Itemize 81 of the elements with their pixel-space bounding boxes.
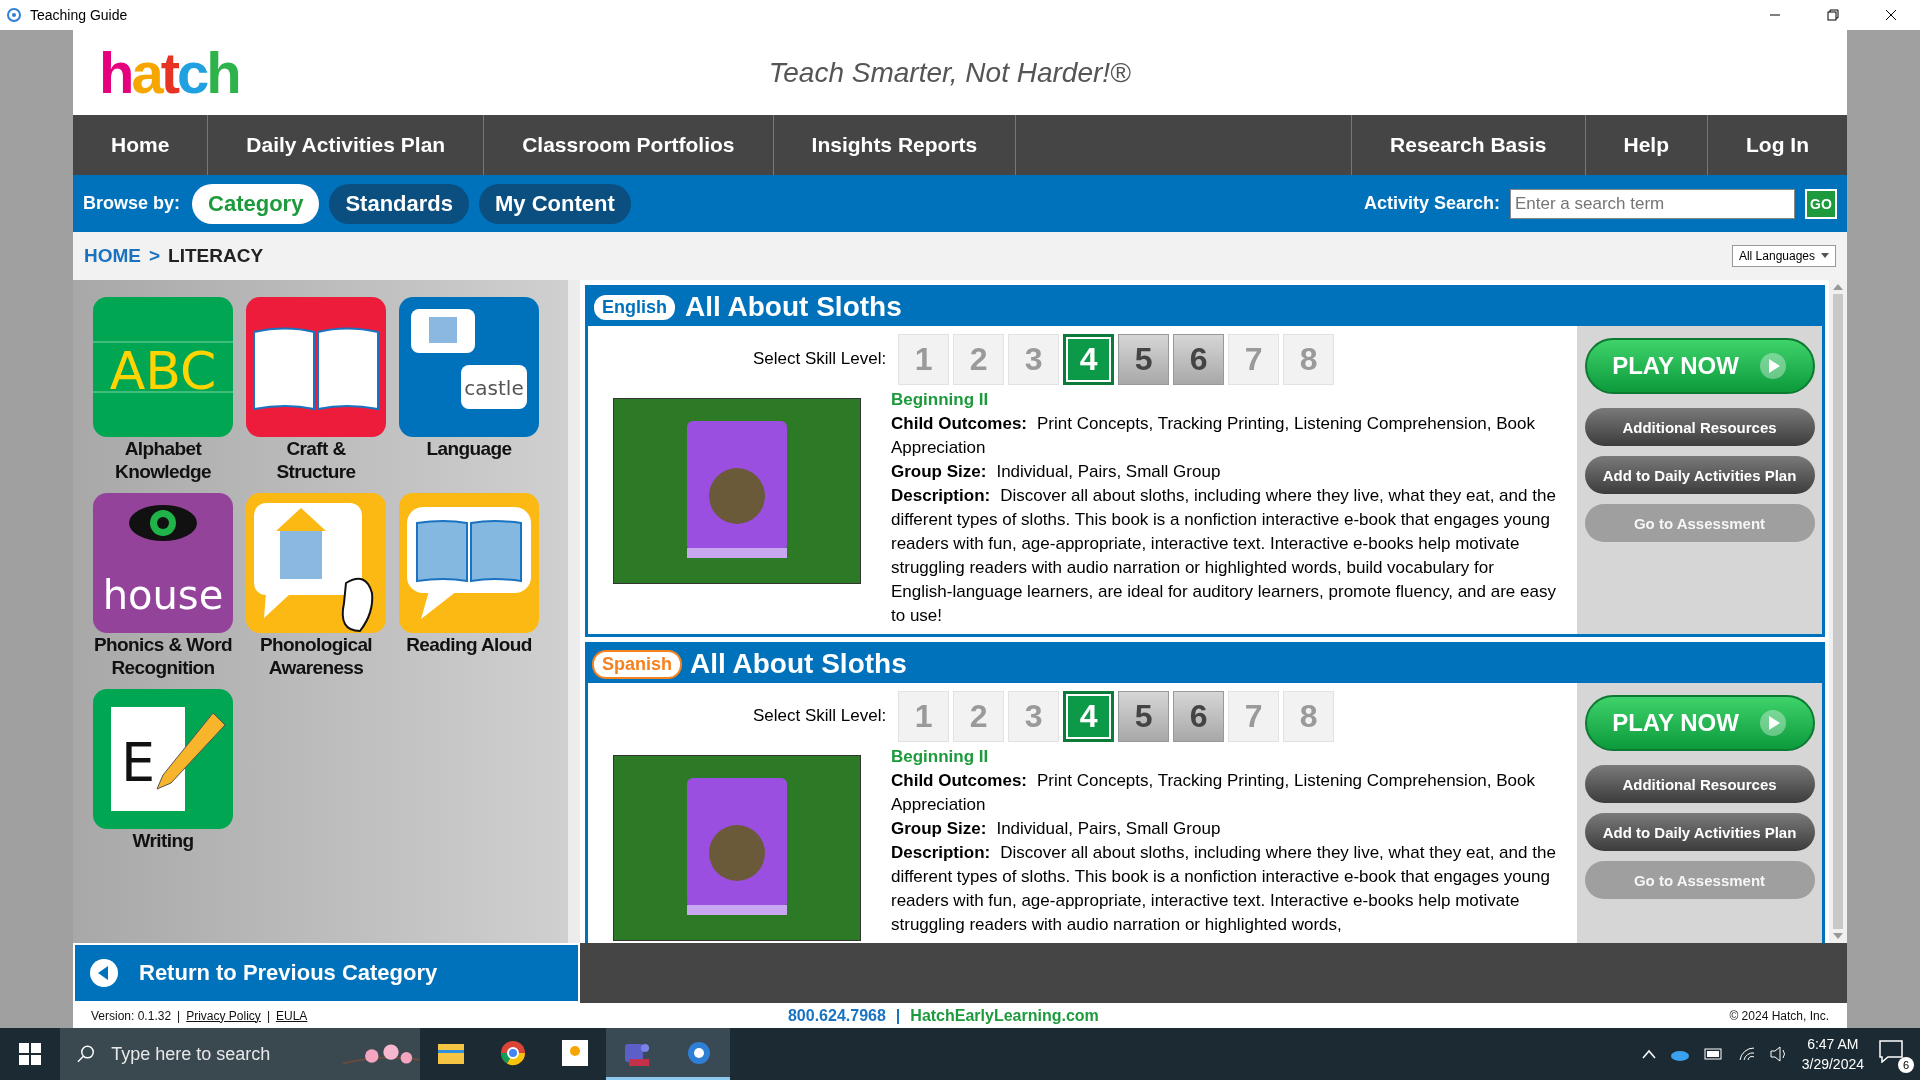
go-button[interactable]: GO [1805,188,1837,219]
speech-bubbles-tile-icon[interactable]: castle [399,297,539,437]
browse-tab[interactable]: My Content [479,183,631,224]
copyright-text: © 2024 Hatch, Inc. [1729,1008,1829,1023]
action-button[interactable]: Add to Daily Activities Plan [1584,813,1815,851]
activity-title: All About Sloths [685,291,902,323]
skill-level-button[interactable]: 4 [1063,690,1115,742]
skill-level-label: Select Skill Level: [753,706,887,726]
activity-title: All About Sloths [690,648,907,680]
wifi-icon[interactable] [1737,1046,1756,1062]
window-title: Teaching Guide [30,7,128,23]
footer-link[interactable]: EULA [276,1008,308,1023]
action-button[interactable]: Additional Resources [1584,408,1815,446]
footer-separator: | [266,1008,270,1023]
website-link[interactable]: HatchEarlyLearning.com [910,1006,1099,1025]
close-icon [1885,9,1897,21]
activity-detail: Group Size: Individual, Pairs, Small Group [891,818,1222,840]
teams-icon[interactable] [606,1028,668,1080]
hatch-app-icon[interactable] [668,1028,730,1080]
back-icon [89,958,119,988]
app-icon [6,7,22,23]
breadcrumb-current: LITERACY [168,245,264,267]
category-label[interactable]: Phonological Awareness [246,633,386,679]
activity-detail: Child Outcomes: Print Concepts, Tracking Printing, Listening Comprehension, Book Appreciation [891,770,1536,816]
action-button[interactable]: Additional Resources [1584,765,1815,803]
open-book-tile-icon[interactable] [246,297,386,437]
skill-level-button[interactable]: 5 [1118,333,1170,385]
notification-icon[interactable] [1878,1039,1904,1063]
language-badge: Spanish [592,649,682,679]
level-name: Beginning II [891,746,990,768]
category-label[interactable]: Phonics & Word Recognition [93,633,233,679]
search-icon [76,1044,96,1064]
language-dropdown[interactable]: All Languages [1731,245,1836,267]
browse-tab[interactable]: Category [192,183,320,224]
pencil-paper-tile-icon[interactable]: E [93,689,233,829]
taskbar-search-field[interactable]: Type here to search [109,1042,330,1066]
category-label[interactable]: Alphabet Knowledge [93,437,233,483]
notification-count: 6 [1898,1057,1914,1073]
footer-separator: | [177,1008,181,1023]
footer-link[interactable]: Privacy Policy [186,1008,261,1023]
category-label[interactable]: Writing [132,829,194,852]
version-text: Version: 0.1.32 [91,1008,172,1023]
search-label: Activity Search: [1363,193,1500,214]
footer-separator: | [895,1006,901,1025]
activity-detail: Description: Discover all about sloths, including where they live, what they eat, and the different types of sloths. This book is a nonfiction interactive e-book that engages young readers with fun, age-appropriate, interactive text. Interactive e-books help motivate struggling readers with audio narration or highlighted words, build vocabulary for English-language learners, are ideal for auditory learners, promote fluency, and are easy to use! [891,485,1557,627]
category-label[interactable]: Language [426,437,512,460]
level-name: Beginning II [891,389,990,411]
skill-level-label: Select Skill Level: [753,349,887,369]
caret-icon [1821,253,1829,259]
activity-detail: Description: Discover all about sloths, including where they live, what they eat, and the different types of sloths. This book is a nonfiction interactive e-book that engages young readers with fun, age-appropriate, interactive text. Interactive e-books help motivate struggling readers with audio narration or highlighted words, [891,842,1557,936]
logo: hatch [99,39,239,106]
taskbar-search-box[interactable]: Type here to search [60,1028,420,1080]
battery-icon[interactable] [1703,1048,1724,1060]
book-bubble-tile-icon[interactable] [399,493,539,633]
action-button[interactable]: Add to Daily Activities Plan [1584,456,1815,494]
chevron-up-icon[interactable] [1641,1049,1656,1059]
skill-level-button[interactable]: 6 [1173,333,1225,385]
skill-level-button[interactable]: 6 [1173,690,1225,742]
play-icon [1758,709,1787,737]
house-ear-tile-icon[interactable] [246,493,386,633]
eye-tile-icon[interactable]: house [93,493,233,633]
search-field[interactable]: Enter a search term [1510,188,1795,219]
breadcrumb-link[interactable]: HOME [84,245,141,267]
activity-detail: Child Outcomes: Print Concepts, Tracking Printing, Listening Comprehension, Book Appreciation [891,413,1536,459]
phone-number: 800.624.7968 [787,1006,886,1025]
windows-icon [19,1043,41,1065]
skill-level-button[interactable]: 4 [1063,333,1115,385]
clock[interactable]: 6:47 AM 3/29/2024 [1801,1034,1864,1074]
return-button[interactable]: Return to Previous Category [73,943,580,1003]
activity-detail: Group Size: Individual, Pairs, Small Group [891,461,1222,483]
language-badge: English [592,292,677,322]
play-icon [1758,352,1787,380]
tagline: Teach Smarter, Not Harder!® [768,56,1131,89]
category-label[interactable]: Craft & Structure [246,437,386,483]
skill-level-button[interactable]: 5 [1118,690,1170,742]
breadcrumb-separator: > [149,245,161,267]
browse-tab[interactable]: Standards [329,183,469,224]
browse-label: Browse by: [83,193,181,214]
restore-icon [1827,9,1839,21]
category-label[interactable]: Reading Aloud [406,633,532,656]
speaker-icon[interactable] [1769,1046,1788,1062]
